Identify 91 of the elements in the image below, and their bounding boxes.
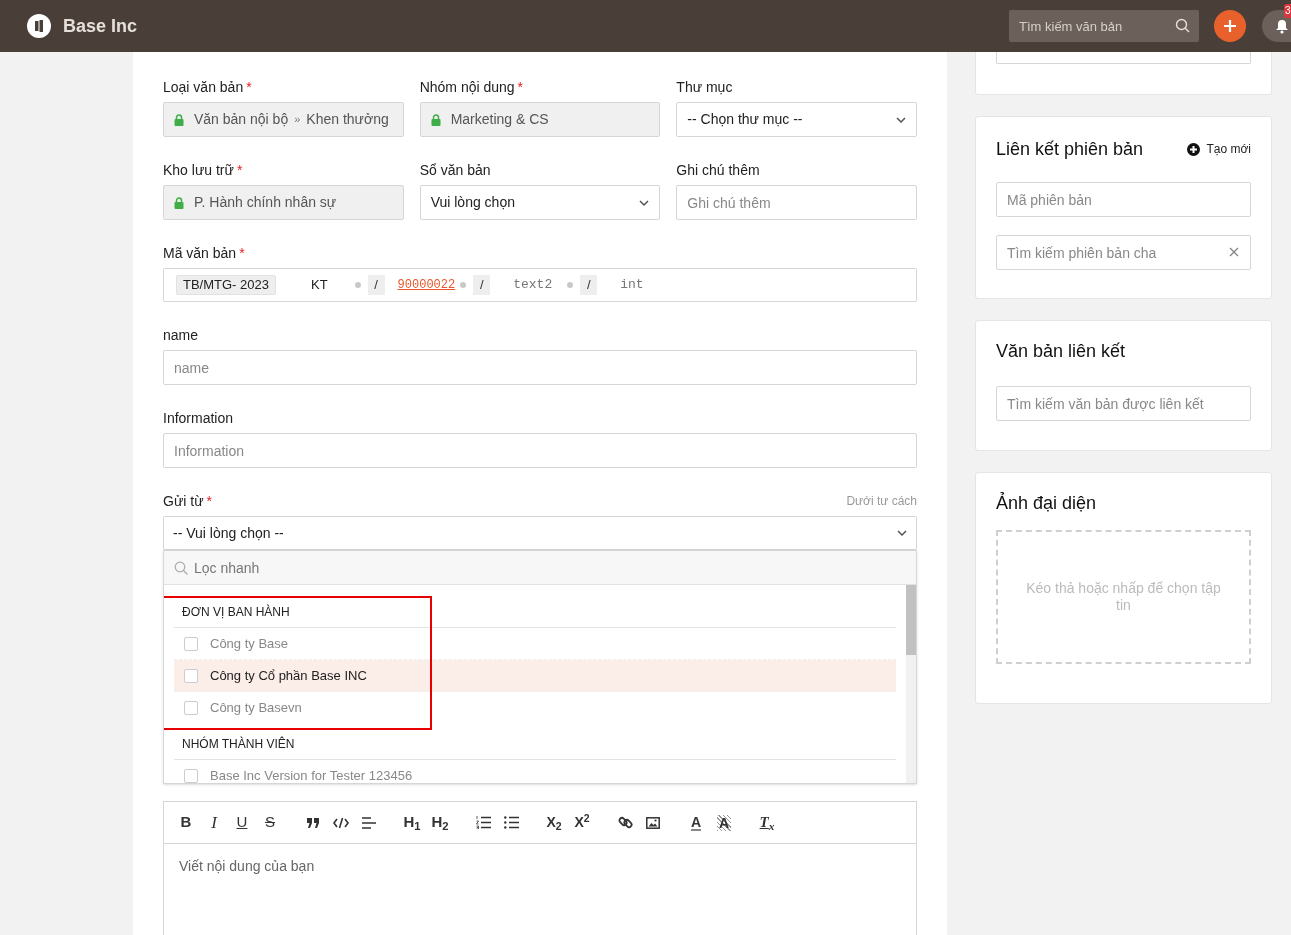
code-part: int	[620, 276, 644, 295]
code-separator: /	[367, 275, 385, 295]
lock-icon	[174, 113, 184, 126]
panel-title: Liên kết phiên bản	[996, 137, 1144, 161]
field-label: Loại văn bản	[163, 77, 244, 97]
required-mark: *	[517, 80, 524, 94]
search-icon	[174, 561, 188, 575]
toolbar-button[interactable]: S	[256, 809, 284, 836]
field-value: P. Hành chính nhân sự	[194, 193, 337, 212]
search-icon	[1175, 18, 1190, 33]
logo-icon	[27, 14, 51, 38]
select-field[interactable]: -- Chọn thư mục --	[676, 102, 917, 137]
toolbar-button[interactable]: A	[682, 809, 710, 836]
select-field[interactable]: -- Vui lòng chọn --	[163, 516, 917, 550]
create-button[interactable]	[1214, 10, 1246, 42]
notification-badge: 3	[1284, 4, 1291, 18]
code-part: KT	[310, 276, 328, 295]
chevron-icon	[639, 199, 650, 206]
option-item[interactable]: Công ty Basevn	[174, 692, 896, 724]
bullet-list-icon	[503, 816, 519, 829]
code-icon	[333, 816, 349, 829]
input-field[interactable]: Mã phiên bản	[996, 182, 1251, 217]
plus-circle-icon	[1187, 142, 1201, 156]
chevron-icon	[897, 530, 907, 536]
filter-field[interactable]: Lọc nhanh	[164, 551, 916, 585]
code-prefix: TB/MTG- 2023	[176, 275, 276, 295]
group-header: ĐƠN VỊ BAN HÀNH	[174, 596, 896, 628]
input-field[interactable]: Tìm kiếm văn bản được liên kết	[996, 386, 1251, 421]
code-separator: /	[580, 275, 598, 295]
field-label: Thư mục	[676, 77, 733, 97]
quote-icon	[306, 816, 320, 829]
align-left-icon	[362, 816, 376, 829]
code-separator: /	[473, 275, 491, 295]
code-number[interactable]: 90000022	[397, 276, 456, 294]
group-header: NHÓM THÀNH VIÊN	[174, 728, 896, 760]
field-label: Ghi chú thêm	[676, 160, 760, 180]
field-label: Sổ văn bản	[419, 160, 491, 180]
checkbox[interactable]	[184, 668, 198, 683]
numbered-list-icon	[475, 816, 491, 829]
image-icon	[646, 816, 660, 829]
path-separator: »	[294, 112, 301, 128]
editor-placeholder: Viết nội dung của bạn	[178, 857, 316, 876]
toolbar-button[interactable]: U	[228, 809, 256, 836]
plus-icon	[1224, 20, 1236, 32]
required-mark: *	[236, 163, 243, 177]
chevron-icon	[896, 116, 906, 123]
code-field[interactable]: TB/MTG- 2023 KT / 90000022 / text2 / int	[163, 268, 917, 302]
checkbox[interactable]	[184, 701, 198, 715]
toolbar-button[interactable]: I	[200, 809, 228, 836]
hint-text: Dưới tư cách	[846, 493, 917, 510]
option-item[interactable]: Công ty Cổ phần Base INC	[174, 660, 896, 692]
toolbar-button[interactable]: X$^{2}$	[568, 809, 596, 836]
input-field[interactable]: Ghi chú thêm	[676, 185, 917, 220]
input-field[interactable]: name	[163, 350, 917, 385]
field-label: Mã văn bản	[163, 243, 237, 263]
field-label: Gửi từ	[163, 491, 204, 511]
panel-title: Ảnh đại diện	[996, 491, 1097, 515]
brand-name[interactable]: Base Inc	[63, 12, 138, 40]
search-field[interactable]: Tìm kiếm văn bản	[1009, 10, 1199, 42]
code-part: text2	[513, 276, 553, 295]
field-value: Marketing & CS	[450, 110, 549, 129]
toolbar-button[interactable]: H$_{2}$	[426, 809, 454, 836]
toolbar-button[interactable]: B	[172, 809, 200, 836]
toolbar-button[interactable]: H$_{1}$	[398, 809, 426, 836]
field-label: Nhóm nội dung	[419, 77, 515, 97]
drop-hint: Kéo thả hoặc nhấp để chọn tập tin	[1025, 580, 1222, 614]
create-link[interactable]: Tạo mới	[1187, 140, 1251, 158]
toolbar-button[interactable]: T$_{x}$	[753, 809, 781, 836]
bell-icon	[1275, 18, 1289, 34]
link-icon	[617, 815, 633, 830]
select-field[interactable]: Vui lòng chọn	[419, 185, 661, 220]
option-item[interactable]: Base Inc Version for Tester 123456	[174, 760, 896, 783]
field-value: Khen thưởng	[306, 110, 389, 129]
toolbar-button[interactable]: A	[710, 809, 738, 836]
field-value: Văn bản nội bộ	[194, 110, 289, 129]
scrollbar[interactable]	[906, 585, 916, 783]
required-mark: *	[206, 494, 212, 508]
checkbox[interactable]	[184, 769, 198, 783]
field-label: Kho lưu trữ	[163, 160, 234, 180]
input-field[interactable]: Tìm kiếm phiên bản cha	[996, 235, 1251, 270]
rich-text-editor[interactable]: B I U S H$_{1}$ H$_{2}$ X$_{2}$ X$^{2}$ A A T$_{x}$ Viết nội dung của bạn	[163, 801, 917, 935]
lock-icon	[174, 196, 184, 209]
input-field[interactable]: Information	[163, 433, 917, 468]
field-label: name	[163, 325, 199, 345]
lock-icon	[430, 113, 441, 126]
field-label: Information	[163, 408, 234, 428]
required-mark: *	[246, 80, 252, 94]
checkbox[interactable]	[184, 636, 198, 651]
required-mark: *	[239, 246, 245, 260]
panel-title: Văn bản liên kết	[996, 339, 1126, 363]
toolbar-button[interactable]: X$_{2}$	[540, 809, 568, 836]
